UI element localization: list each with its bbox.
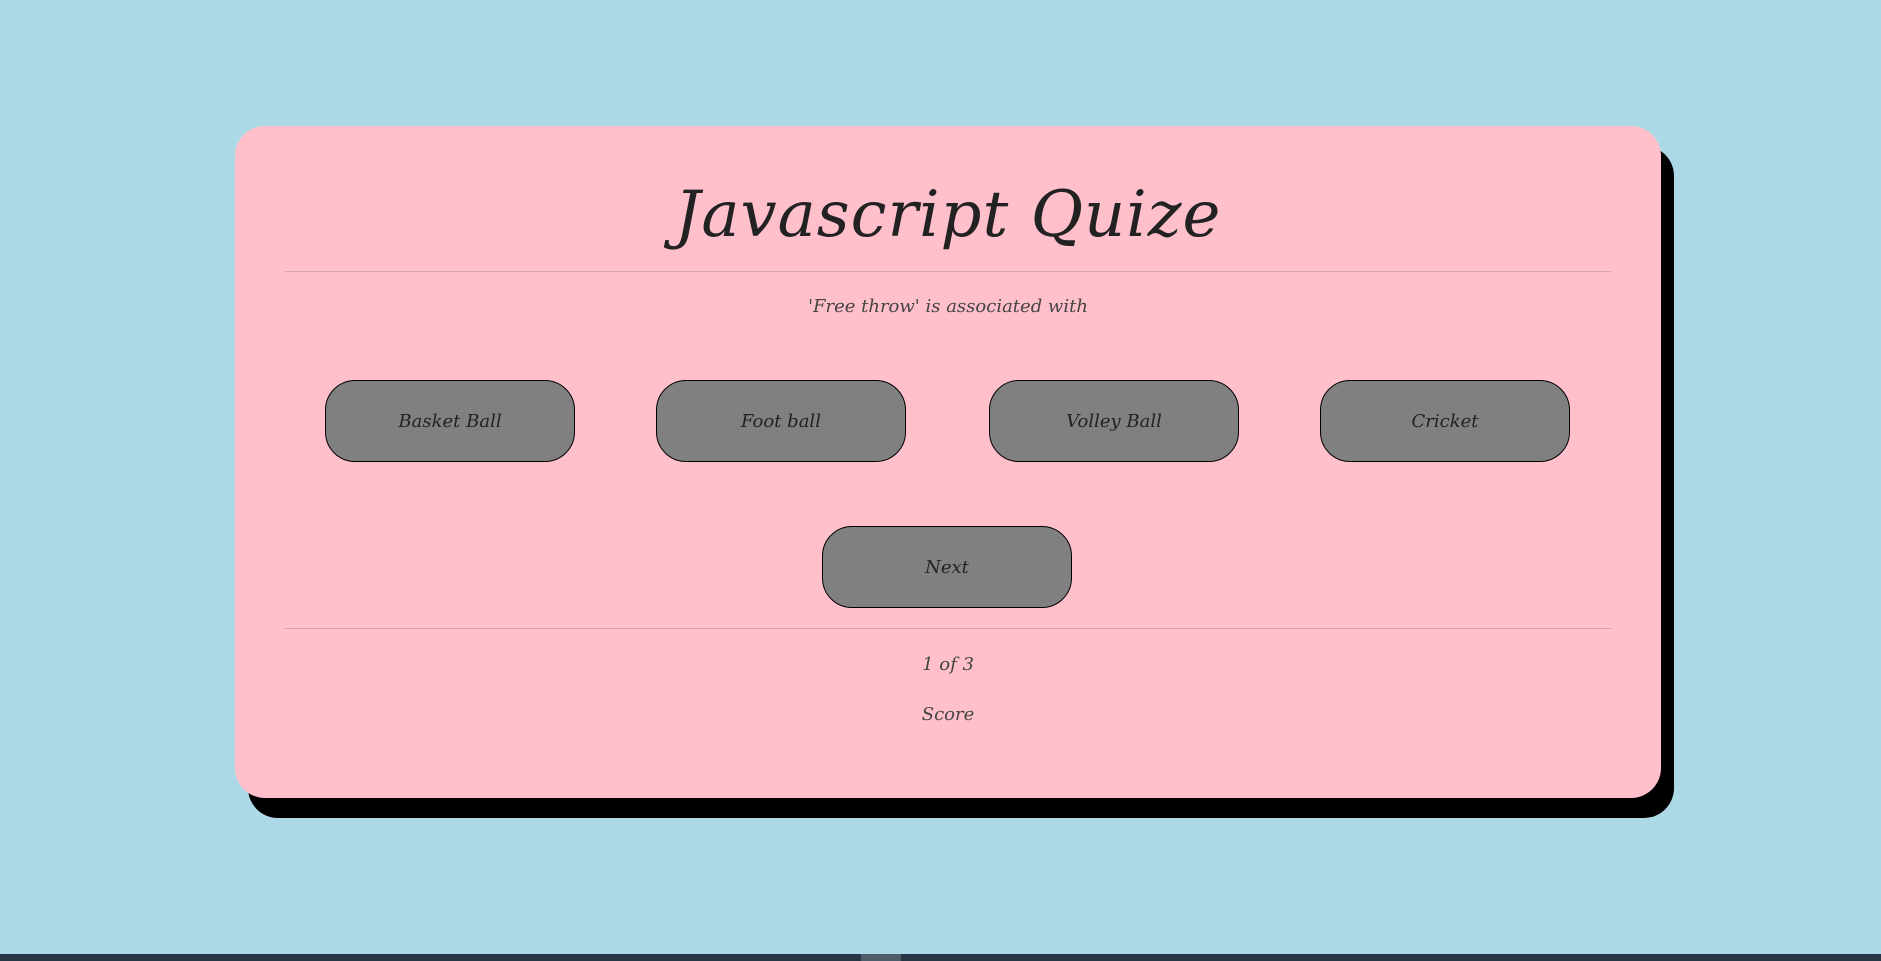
score-text: Score	[921, 704, 975, 725]
option-volley-ball[interactable]: Volley Ball	[989, 380, 1239, 462]
divider	[285, 271, 1611, 272]
taskbar	[0, 954, 1881, 961]
option-cricket[interactable]: Cricket	[1320, 380, 1570, 462]
divider	[285, 628, 1611, 629]
next-button[interactable]: Next	[822, 526, 1072, 608]
option-basket-ball[interactable]: Basket Ball	[325, 380, 575, 462]
quiz-card: Javascript Quize 'Free throw' is associa…	[235, 126, 1661, 798]
taskbar-item[interactable]	[861, 954, 901, 961]
option-foot-ball[interactable]: Foot ball	[656, 380, 906, 462]
question-text: 'Free throw' is associated with	[808, 296, 1088, 317]
quiz-title: Javascript Quize	[674, 178, 1222, 252]
progress-text: 1 of 3	[922, 654, 974, 675]
